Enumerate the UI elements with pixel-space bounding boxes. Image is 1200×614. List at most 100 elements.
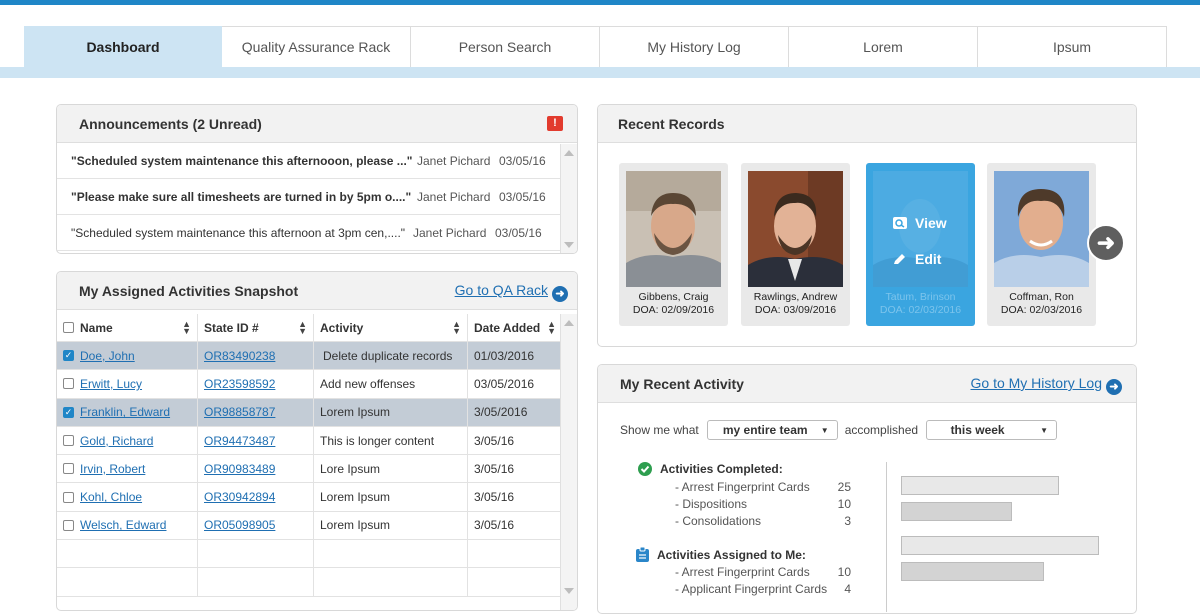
- team-select[interactable]: my entire team ▼: [706, 420, 838, 440]
- bar-completed-arrest: [901, 476, 1059, 495]
- sort-icon[interactable]: ▲ ▼: [547, 319, 556, 335]
- column-header-name[interactable]: Name ▲ ▼: [57, 314, 198, 341]
- row-name-link[interactable]: Welsch, Edward: [80, 518, 166, 532]
- record-card-selected[interactable]: View Edit Tatum, Brinson DOA: 02/03/2016: [866, 163, 975, 326]
- record-name: Coffman, Ron: [1009, 291, 1074, 303]
- row-checkbox[interactable]: [63, 463, 74, 475]
- tab-dashboard[interactable]: Dashboard: [24, 26, 222, 68]
- announcement-item[interactable]: "Scheduled system maintenance this after…: [57, 215, 562, 251]
- row-state-id-link[interactable]: OR05098905: [204, 518, 275, 532]
- team-select-value: my entire team: [722, 423, 808, 437]
- row-date: 3/05/16: [474, 433, 515, 448]
- scroll-down-icon[interactable]: [564, 588, 574, 594]
- bar-completed-dispositions: [901, 502, 1012, 521]
- record-card[interactable]: Coffman, Ron DOA: 02/03/2016: [987, 163, 1096, 326]
- row-state-id-link[interactable]: OR90983489: [204, 462, 275, 476]
- row-name-link[interactable]: Gold, Richard: [80, 434, 153, 448]
- row-name-link[interactable]: Erwitt, Lucy: [80, 377, 142, 391]
- period-select[interactable]: this week ▼: [926, 420, 1058, 440]
- next-arrow-icon[interactable]: ➜: [1087, 224, 1125, 262]
- chevron-down-icon: ▼: [1040, 425, 1049, 435]
- column-header-state-id[interactable]: State ID # ▲ ▼: [198, 314, 314, 341]
- row-date: 01/03/2016: [474, 348, 535, 363]
- row-date: 3/05/16: [474, 518, 515, 533]
- row-checkbox[interactable]: [63, 435, 74, 447]
- table-header-row: Name ▲ ▼ State ID # ▲ ▼ Activity ▲ ▼ Date Adde…: [57, 314, 562, 342]
- row-checkbox[interactable]: ✓: [63, 406, 74, 418]
- table-row[interactable]: ✓ Doe, John OR83490238 Delete duplicate r…: [57, 342, 562, 371]
- go-to-history-log-link[interactable]: Go to My History Log: [971, 375, 1103, 391]
- row-state-id-link[interactable]: OR30942894: [204, 490, 275, 504]
- completed-item: - Arrest Fingerprint Cards 25: [675, 480, 851, 494]
- table-row[interactable]: Irvin, Robert OR90983489 Lore Ipsum 3/05…: [57, 455, 562, 484]
- item-count: 3: [844, 514, 851, 528]
- row-activity: Lorem Ipsum: [320, 405, 391, 420]
- row-checkbox[interactable]: [63, 378, 74, 390]
- row-checkbox[interactable]: [63, 491, 74, 503]
- activities-scrollbar[interactable]: [560, 314, 577, 610]
- go-to-qa-rack-link[interactable]: Go to QA Rack: [455, 282, 548, 298]
- tab-my-history-log[interactable]: My History Log: [600, 26, 789, 68]
- item-count: 4: [844, 582, 851, 596]
- record-card[interactable]: Rawlings, Andrew DOA: 03/09/2016: [741, 163, 850, 326]
- item-label: - Arrest Fingerprint Cards: [675, 480, 810, 494]
- activity-filter-row: Show me what my entire team ▼ accomplish…: [620, 420, 1058, 440]
- tab-quality-assurance-rack[interactable]: Quality Assurance Rack: [222, 26, 411, 68]
- record-doa: DOA: 02/03/2016: [879, 304, 962, 316]
- arrow-right-icon[interactable]: ➜: [552, 286, 568, 302]
- announcement-date: 03/05/16: [495, 225, 542, 240]
- select-all-checkbox[interactable]: [63, 322, 74, 333]
- record-name: Gibbens, Craig: [638, 291, 709, 303]
- row-name-link[interactable]: Kohl, Chloe: [80, 490, 142, 504]
- record-card[interactable]: Gibbens, Craig DOA: 02/09/2016: [619, 163, 728, 326]
- recent-records-title: Recent Records: [618, 115, 725, 132]
- row-checkbox[interactable]: [63, 519, 74, 531]
- row-state-id-link[interactable]: OR83490238: [204, 349, 275, 363]
- scroll-up-icon[interactable]: [564, 320, 574, 326]
- edit-action[interactable]: Edit: [893, 251, 941, 267]
- row-date: 3/05/16: [474, 461, 515, 476]
- recent-activity-panel: My Recent Activity Go to My History Log ➜…: [597, 364, 1137, 614]
- sort-icon[interactable]: ▲ ▼: [182, 319, 191, 335]
- tab-person-search[interactable]: Person Search: [411, 26, 600, 68]
- row-checkbox[interactable]: ✓: [63, 350, 74, 362]
- tab-ipsum[interactable]: Ipsum: [978, 26, 1167, 68]
- view-action[interactable]: View: [893, 215, 947, 231]
- row-activity: Lore Ipsum: [320, 461, 381, 476]
- announcements-scrollbar[interactable]: [560, 144, 577, 253]
- announcement-item[interactable]: "Scheduled system maintenance this after…: [57, 143, 562, 179]
- tab-lorem[interactable]: Lorem: [789, 26, 978, 68]
- assigned-heading-text: Activities Assigned to Me:: [657, 547, 806, 562]
- check-circle-icon: [638, 462, 652, 476]
- column-header-date-added[interactable]: Date Added ▲ ▼: [468, 314, 562, 341]
- row-state-id-link[interactable]: OR94473487: [204, 434, 275, 448]
- announcement-date: 03/05/16: [499, 153, 546, 168]
- arrow-right-icon[interactable]: ➜: [1106, 379, 1122, 395]
- row-state-id-link[interactable]: OR98858787: [204, 405, 275, 419]
- table-row[interactable]: ✓ Franklin, Edward OR98858787 Lorem Ipsum…: [57, 398, 562, 427]
- row-name-link[interactable]: Irvin, Robert: [80, 462, 145, 476]
- row-state-id-link[interactable]: OR23598592: [204, 377, 275, 391]
- alert-icon[interactable]: !: [547, 116, 563, 131]
- column-label: Activity: [320, 320, 364, 335]
- table-row[interactable]: Welsch, Edward OR05098905 Lorem Ipsum 3/…: [57, 511, 562, 541]
- sort-icon[interactable]: ▲ ▼: [298, 319, 307, 335]
- scroll-up-icon[interactable]: [564, 150, 574, 156]
- view-label: View: [915, 215, 947, 231]
- item-count: 10: [837, 497, 851, 511]
- table-row[interactable]: Kohl, Chloe OR30942894 Lorem Ipsum 3/05/…: [57, 483, 562, 512]
- announcement-message: "Please make sure all timesheets are tur…: [71, 189, 412, 204]
- column-label: State ID #: [204, 320, 259, 335]
- table-row[interactable]: Erwitt, Lucy OR23598592 Add new offenses…: [57, 370, 562, 399]
- announcement-item[interactable]: "Please make sure all timesheets are tur…: [57, 179, 562, 215]
- top-accent-bar: [0, 0, 1200, 5]
- period-select-value: this week: [950, 423, 1005, 437]
- sort-icon[interactable]: ▲ ▼: [452, 319, 461, 335]
- row-name-link[interactable]: Franklin, Edward: [80, 405, 170, 419]
- record-name: Rawlings, Andrew: [753, 291, 838, 303]
- scroll-down-icon[interactable]: [564, 242, 574, 248]
- recent-activity-header: My Recent Activity Go to My History Log ➜: [598, 365, 1136, 403]
- column-header-activity[interactable]: Activity ▲ ▼: [314, 314, 468, 341]
- row-name-link[interactable]: Doe, John: [80, 349, 135, 363]
- table-row[interactable]: Gold, Richard OR94473487 This is longer …: [57, 426, 562, 456]
